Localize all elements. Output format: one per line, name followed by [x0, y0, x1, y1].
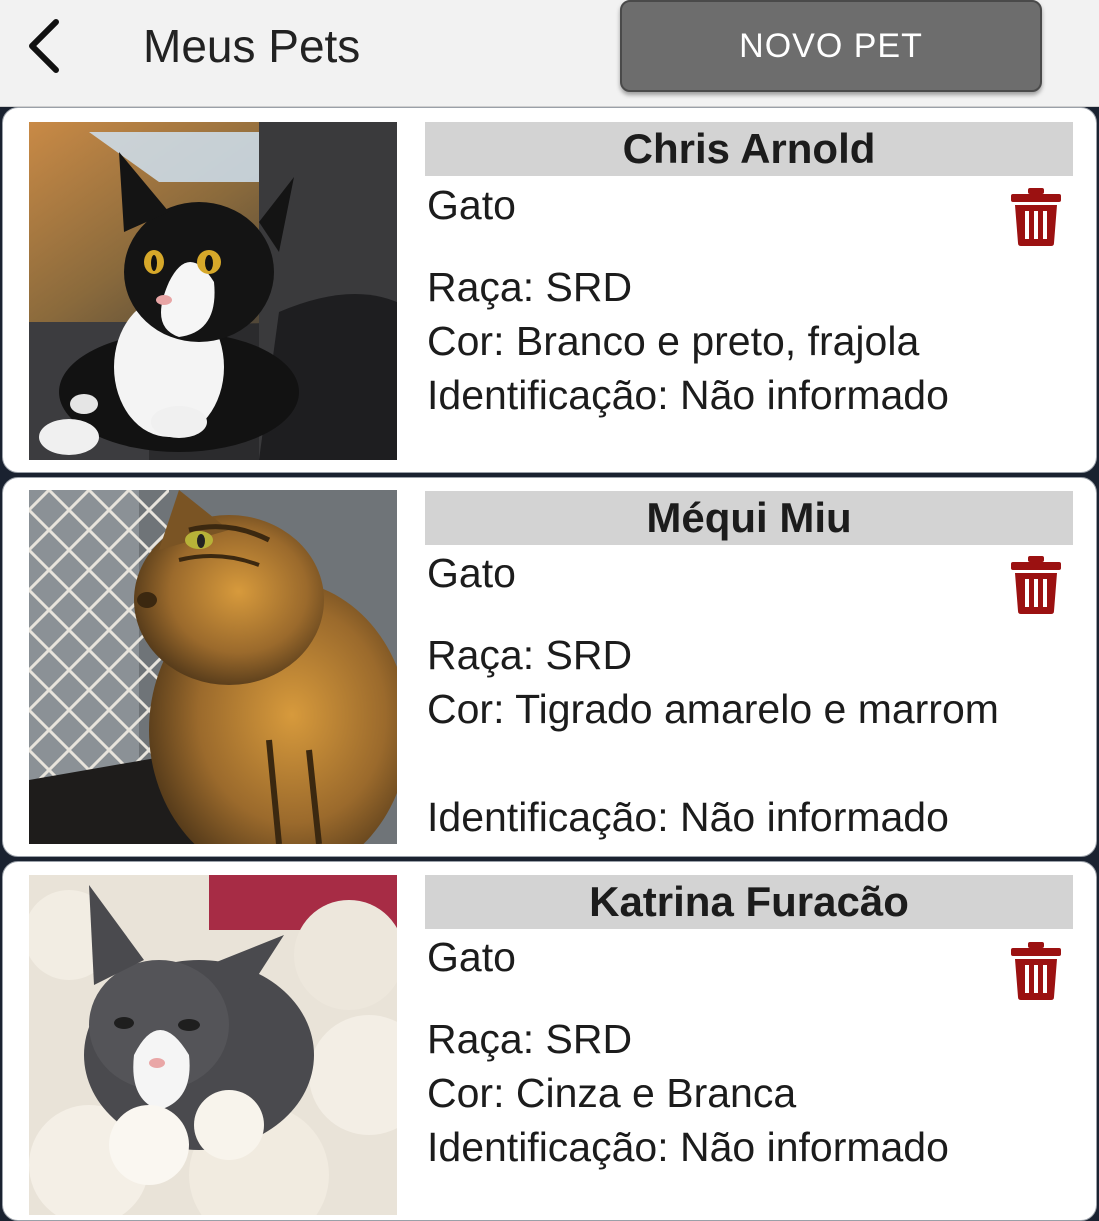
pet-color: Cor: Cinza e Branca — [427, 1070, 797, 1116]
back-button[interactable] — [14, 14, 74, 78]
delete-pet-button[interactable] — [1011, 942, 1061, 1000]
pet-photo — [29, 875, 397, 1215]
pet-species: Gato — [427, 934, 516, 980]
pet-breed: Raça: SRD — [427, 264, 633, 310]
pet-color: Cor: Tigrado amarelo e marrom — [427, 686, 999, 732]
trash-icon — [1011, 556, 1061, 614]
pet-identification: Identificação: Não informado — [427, 1124, 949, 1170]
tabby-cat-photo — [29, 490, 397, 844]
pet-color: Cor: Branco e preto, frajola — [427, 318, 920, 364]
gray-kitten-photo — [29, 875, 397, 1215]
pet-name: Katrina Furacão — [425, 875, 1073, 929]
delete-pet-button[interactable] — [1011, 556, 1061, 614]
pet-card[interactable]: Katrina Furacão Gato Raça: SRD Cor: Cinz… — [2, 861, 1097, 1221]
pet-card[interactable]: Méqui Miu Gato Raça: SRD Cor: Tigrado am… — [2, 477, 1097, 857]
pet-name: Chris Arnold — [425, 122, 1073, 176]
page-title: Meus Pets — [143, 20, 361, 72]
new-pet-button[interactable]: NOVO PET — [620, 0, 1042, 92]
pet-name: Méqui Miu — [425, 491, 1073, 545]
pet-identification: Identificação: Não informado — [427, 372, 949, 418]
chevron-left-icon — [29, 19, 59, 73]
app-header: Meus Pets NOVO PET — [0, 0, 1099, 107]
trash-icon — [1011, 188, 1061, 246]
pet-photo — [29, 122, 397, 460]
trash-icon — [1011, 942, 1061, 1000]
pet-card[interactable]: Chris Arnold Gato Raça: SRD Cor: Branco … — [2, 107, 1097, 473]
pet-photo — [29, 490, 397, 844]
pet-breed: Raça: SRD — [427, 1016, 633, 1062]
pet-breed: Raça: SRD — [427, 632, 633, 678]
pet-species: Gato — [427, 550, 516, 596]
black-and-white-cat-photo — [29, 122, 397, 460]
pet-species: Gato — [427, 182, 516, 228]
pet-identification: Identificação: Não informado — [427, 794, 949, 840]
delete-pet-button[interactable] — [1011, 188, 1061, 246]
